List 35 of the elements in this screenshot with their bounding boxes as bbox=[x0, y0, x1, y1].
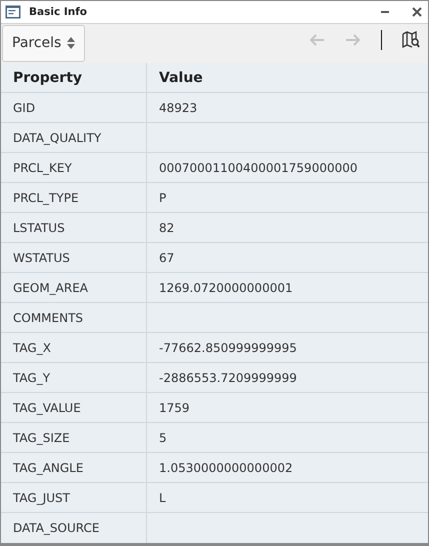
property-value: 1269.0720000000001 bbox=[159, 280, 293, 294]
window-icon bbox=[5, 4, 21, 19]
close-icon[interactable] bbox=[412, 6, 422, 17]
sort-icon bbox=[66, 36, 76, 50]
property-name: TAG_JUST bbox=[13, 490, 70, 504]
property-value: 48923 bbox=[159, 100, 198, 114]
property-name: DATA_QUALITY bbox=[13, 130, 102, 144]
property-value: L bbox=[159, 490, 166, 504]
layer-select[interactable]: Parcels bbox=[2, 24, 86, 62]
column-header: Property bbox=[13, 70, 82, 86]
property-name: GID bbox=[13, 100, 36, 114]
property-name: PRCL_TYPE bbox=[13, 190, 79, 204]
property-name: LSTATUS bbox=[13, 220, 65, 234]
property-name: TAG_VALUE bbox=[13, 400, 81, 414]
window-title: Basic Info bbox=[29, 6, 88, 18]
property-value: 1.0530000000000002 bbox=[159, 460, 293, 474]
property-name: TAG_SIZE bbox=[13, 430, 70, 444]
property-value: P bbox=[159, 190, 166, 204]
property-name: DATA_SOURCE bbox=[13, 521, 100, 535]
property-name: TAG_Y bbox=[13, 370, 50, 384]
property-value: 5 bbox=[159, 430, 167, 444]
property-value: 82 bbox=[159, 220, 174, 234]
property-value: 67 bbox=[159, 250, 174, 264]
map-search-icon[interactable] bbox=[402, 30, 420, 49]
property-name: TAG_ANGLE bbox=[13, 460, 84, 474]
property-name: COMMENTS bbox=[13, 310, 84, 324]
property-name: TAG_X bbox=[13, 340, 51, 354]
property-name: GEOM_AREA bbox=[13, 280, 88, 294]
column-header: Value bbox=[159, 70, 203, 86]
property-name: WSTATUS bbox=[13, 250, 70, 264]
property-value: 00070001100400001759000000 bbox=[159, 160, 358, 174]
property-value: 1759 bbox=[159, 400, 190, 414]
property-name: PRCL_KEY bbox=[13, 160, 72, 174]
property-value: -77662.850999999995 bbox=[159, 340, 297, 354]
property-value: -2886553.7209999999 bbox=[159, 370, 297, 384]
